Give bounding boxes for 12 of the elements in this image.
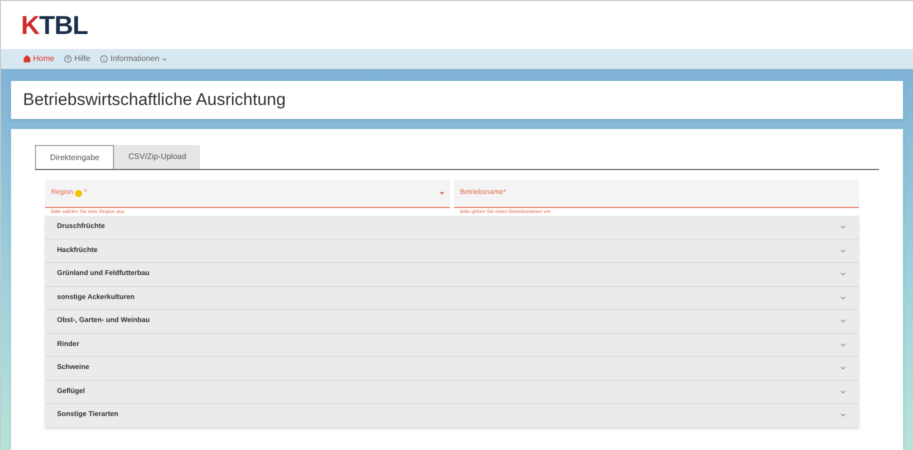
- dropdown-caret-icon: [440, 192, 444, 195]
- info-icon: [100, 55, 108, 63]
- home-icon: [23, 55, 31, 63]
- tab[interactable]: CSV/Zip-Upload: [114, 145, 200, 169]
- nav-link[interactable]: Home: [23, 53, 54, 65]
- nav-link[interactable]: Informationen: [100, 53, 168, 65]
- nav-link[interactable]: Hilfe: [64, 53, 90, 65]
- tab[interactable]: Direkteingabe: [35, 145, 114, 169]
- logo: KTBL: [21, 8, 88, 42]
- caret-icon: [161, 56, 168, 62]
- help-icon: [64, 55, 72, 63]
- page-title: Betriebswirtschaftliche Ausrichtung: [23, 89, 286, 112]
